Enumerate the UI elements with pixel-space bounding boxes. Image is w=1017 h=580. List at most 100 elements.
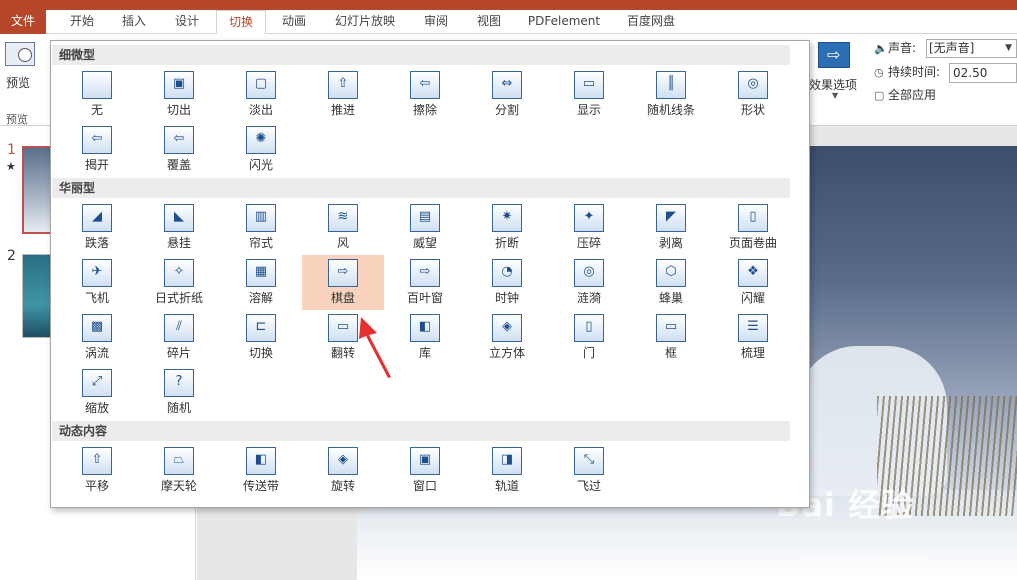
transition-item[interactable]: 威望 [384, 200, 466, 255]
duration-input[interactable]: 02.50 [949, 63, 1017, 83]
transition-item[interactable]: 随机线条 [630, 67, 712, 122]
transition-item[interactable]: 百叶窗 [384, 255, 466, 310]
transition-item[interactable]: 淡出 [220, 67, 302, 122]
slide-number-2: 2 [7, 248, 16, 264]
transition-thumbnail-icon [82, 369, 112, 397]
duration-row: ◷ 持续时间: [874, 62, 940, 82]
transition-star-icon: ★ [6, 160, 16, 173]
transition-thumbnail-icon [574, 71, 604, 99]
transition-thumbnail-icon [82, 447, 112, 475]
transition-item[interactable]: 页面卷曲 [712, 200, 794, 255]
transition-item[interactable]: 分割 [466, 67, 548, 122]
transition-item-label: 风 [336, 236, 349, 250]
transition-item[interactable]: 闪光 [220, 122, 302, 177]
transition-item[interactable]: 切换 [220, 310, 302, 365]
transition-item[interactable]: 揭开 [56, 122, 138, 177]
slide-thumbnail-1[interactable] [22, 146, 52, 234]
tab-10[interactable]: 百度网盘 [616, 10, 686, 34]
preview-button-label[interactable]: 预览 [6, 74, 30, 91]
transition-item-label: 推进 [330, 103, 355, 117]
apply-all-icon: ▢ [874, 89, 885, 102]
transition-item-label: 棋盘 [330, 291, 355, 305]
transition-thumbnail-icon [164, 126, 194, 154]
transition-item[interactable]: 时钟 [466, 255, 548, 310]
transition-thumbnail-icon [164, 259, 194, 287]
tab-8[interactable]: 视图 [465, 10, 513, 34]
tab-4[interactable]: 切换 [216, 10, 266, 35]
transition-thumbnail-icon [410, 259, 440, 287]
transition-item[interactable]: 框 [630, 310, 712, 365]
transition-item[interactable]: 棋盘 [302, 255, 384, 310]
effect-options-icon[interactable] [818, 42, 850, 68]
transition-item[interactable]: 缩放 [56, 365, 138, 420]
tab-5[interactable]: 动画 [270, 10, 318, 34]
tab-9[interactable]: PDFelement [520, 10, 608, 34]
slide-number-1: 1 [7, 142, 16, 158]
transition-thumbnail-icon [410, 447, 440, 475]
transition-item[interactable]: 覆盖 [138, 122, 220, 177]
transition-item[interactable]: 传送带 [220, 443, 302, 498]
transition-item[interactable]: 碎片 [138, 310, 220, 365]
transition-item[interactable]: 蜂巢 [630, 255, 712, 310]
tab-1[interactable]: 开始 [58, 10, 106, 34]
transition-thumbnail-icon [492, 447, 522, 475]
transition-item[interactable]: 悬挂 [138, 200, 220, 255]
transition-item-label: 淡出 [248, 103, 273, 117]
transition-item[interactable]: 门 [548, 310, 630, 365]
tab-6[interactable]: 幻灯片放映 [323, 10, 407, 34]
transition-thumbnail-icon [328, 314, 358, 342]
transition-item[interactable]: 擦除 [384, 67, 466, 122]
transition-item[interactable]: 飞机 [56, 255, 138, 310]
tab-7[interactable]: 审阅 [412, 10, 460, 34]
transition-item[interactable]: 无 [56, 67, 138, 122]
transition-item[interactable]: 闪耀 [712, 255, 794, 310]
tab-3[interactable]: 设计 [163, 10, 211, 34]
tab-2[interactable]: 插入 [110, 10, 158, 34]
transition-item[interactable]: 折断 [466, 200, 548, 255]
transition-item[interactable]: 轨道 [466, 443, 548, 498]
speaker-icon: 🔈 [874, 42, 888, 55]
transition-item[interactable]: 日式折纸 [138, 255, 220, 310]
transition-item[interactable]: 涟漪 [548, 255, 630, 310]
chevron-down-icon[interactable]: ▼ [832, 91, 838, 100]
transition-item[interactable]: 风 [302, 200, 384, 255]
slide-thumbnail-2[interactable] [22, 254, 52, 338]
apply-all-button[interactable]: ▢ 全部应用 [874, 85, 936, 105]
transition-item[interactable]: 旋转 [302, 443, 384, 498]
transition-item[interactable]: 剥离 [630, 200, 712, 255]
transition-item[interactable]: 涡流 [56, 310, 138, 365]
transition-item-label: 擦除 [412, 103, 437, 117]
transition-thumbnail-icon [574, 447, 604, 475]
transition-thumbnail-icon [492, 204, 522, 232]
transition-item[interactable]: 立方体 [466, 310, 548, 365]
transition-item[interactable]: 摩天轮 [138, 443, 220, 498]
sound-label: 声音: [888, 41, 917, 55]
transition-item[interactable]: 帘式 [220, 200, 302, 255]
transition-item[interactable]: 飞过 [548, 443, 630, 498]
transition-item[interactable]: 显示 [548, 67, 630, 122]
transition-item-label: 形状 [740, 103, 765, 117]
transition-item[interactable]: 窗口 [384, 443, 466, 498]
preview-icon[interactable] [5, 42, 35, 66]
transition-gallery-dropdown: 细微型无 切出 淡出 推进 擦除 分割 显示 随机线条 形状揭开 覆盖 闪光华丽型跌落 悬挂 帘式 风 威望… [50, 40, 810, 508]
transition-item-label: 页面卷曲 [728, 236, 777, 250]
sound-select[interactable]: [无声音] ▼ [926, 39, 1017, 58]
transition-item[interactable]: 切出 [138, 67, 220, 122]
transition-thumbnail-icon [164, 369, 194, 397]
chevron-down-icon: ▼ [1005, 43, 1012, 53]
transition-item[interactable]: 溶解 [220, 255, 302, 310]
transition-item[interactable]: 形状 [712, 67, 794, 122]
tab-0[interactable]: 文件 [0, 10, 46, 34]
transition-item[interactable]: 平移 [56, 443, 138, 498]
transition-thumbnail-icon [410, 314, 440, 342]
transition-item[interactable]: 推进 [302, 67, 384, 122]
transition-item[interactable]: 跌落 [56, 200, 138, 255]
transition-item[interactable]: 压碎 [548, 200, 630, 255]
transition-thumbnail-icon [574, 204, 604, 232]
transition-item-label: 梳理 [740, 346, 765, 360]
transition-item-label: 闪光 [248, 158, 273, 172]
transition-thumbnail-icon [492, 314, 522, 342]
transition-item[interactable]: 梳理 [712, 310, 794, 365]
transition-item[interactable]: 随机 [138, 365, 220, 420]
transition-item-label: 揭开 [84, 158, 109, 172]
